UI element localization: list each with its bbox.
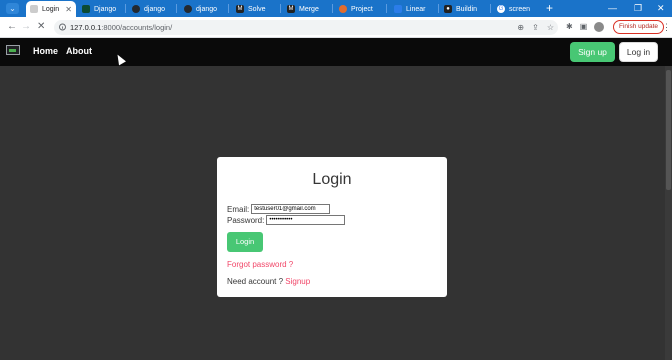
new-tab-icon[interactable]: +: [546, 1, 553, 16]
need-account-row: Need account ? Signup: [227, 277, 310, 286]
tab-title: Django: [94, 5, 117, 13]
project-icon: [339, 5, 347, 13]
login-card: Login Email: Password: Login Forgot pass…: [217, 157, 447, 297]
site-navbar: Home About Sign up Log in: [0, 38, 672, 66]
url-path: :8000/accounts/login/: [101, 23, 173, 32]
tab-search-icon[interactable]: ⌄: [6, 3, 19, 14]
brand-logo[interactable]: [6, 45, 20, 55]
email-field[interactable]: [251, 204, 331, 214]
tab-project[interactable]: Project: [335, 1, 383, 17]
tab-title: Merge: [299, 5, 319, 13]
solve-icon: M: [236, 5, 244, 13]
share-icon[interactable]: ⇪: [532, 22, 539, 33]
forgot-password-link[interactable]: Forgot password ?: [227, 260, 293, 269]
tab-screen[interactable]: G screen: [493, 1, 543, 17]
linear-icon: [394, 5, 402, 13]
password-row: Password:: [227, 215, 346, 225]
signup-link[interactable]: Signup: [285, 277, 310, 286]
nav-link-about[interactable]: About: [66, 46, 92, 56]
more-menu-icon[interactable]: ⋮: [662, 21, 671, 33]
extensions-icon[interactable]: ✱: [566, 21, 573, 33]
url-host: 127.0.0.1: [70, 23, 102, 32]
scrollbar-thumb[interactable]: [666, 70, 671, 190]
maximize-icon[interactable]: ❐: [634, 2, 642, 14]
bookmark-star-icon[interactable]: ☆: [547, 22, 554, 33]
password-field[interactable]: [266, 215, 346, 225]
stop-loading-icon[interactable]: ✕: [37, 21, 45, 33]
login-title: Login: [312, 171, 352, 188]
minimize-icon[interactable]: —: [608, 2, 617, 14]
forward-arrow-icon[interactable]: →: [21, 21, 31, 33]
login-button[interactable]: Log in: [619, 42, 658, 62]
info-icon[interactable]: [59, 23, 66, 31]
tab-title: screen: [509, 5, 531, 13]
tab-title: django: [144, 5, 166, 13]
tab-title: Solve: [248, 5, 266, 13]
tab-title: django: [196, 5, 218, 13]
signup-button[interactable]: Sign up: [570, 42, 615, 62]
profile-avatar[interactable]: [594, 22, 605, 32]
back-arrow-icon[interactable]: ←: [7, 21, 17, 33]
close-tab-icon[interactable]: ✕: [65, 5, 72, 14]
tab-title: Project: [351, 5, 373, 13]
tab-title: Login: [42, 5, 60, 13]
tab-github-2[interactable]: django: [180, 1, 225, 17]
email-row: Email:: [227, 204, 331, 214]
login-submit-button[interactable]: Login: [227, 232, 263, 252]
tab-building[interactable]: ● Buildin: [440, 1, 488, 17]
finish-update-button[interactable]: Finish update: [613, 20, 665, 34]
password-label: Password:: [227, 215, 265, 225]
tab-title: Buildin: [456, 5, 478, 13]
address-bar[interactable]: 127.0.0.1:8000/accounts/login/ ⊕ ⇪ ☆: [54, 20, 558, 35]
tab-login[interactable]: Login ✕: [26, 1, 76, 17]
github-icon: [184, 5, 192, 13]
need-account-text: Need account ?: [227, 277, 284, 286]
tab-linear[interactable]: Linear: [390, 1, 436, 17]
nav-link-home[interactable]: Home: [33, 46, 58, 56]
page-scrollbar[interactable]: [665, 66, 672, 360]
build-icon: ●: [444, 5, 452, 13]
close-window-icon[interactable]: ✕: [657, 2, 665, 14]
tab-title: Linear: [406, 5, 426, 13]
browser-toolbar: ← → ✕ 127.0.0.1:8000/accounts/login/ ⊕ ⇪…: [0, 17, 672, 38]
page-icon: [30, 5, 38, 13]
django-icon: [82, 5, 90, 13]
github-icon: [132, 5, 140, 13]
side-panel-icon[interactable]: ▣: [580, 21, 588, 33]
url-text: 127.0.0.1:8000/accounts/login/: [70, 22, 172, 33]
tab-solve[interactable]: M Solve: [232, 1, 277, 17]
zoom-icon[interactable]: ⊕: [517, 22, 524, 33]
tab-merge[interactable]: M Merge: [283, 1, 329, 17]
google-icon: G: [497, 5, 505, 13]
tab-django[interactable]: Django: [78, 1, 123, 17]
email-label: Email:: [227, 204, 250, 214]
browser-tab-strip: ⌄ Login ✕ Django django django M Solve M…: [0, 0, 672, 17]
tab-github-1[interactable]: django: [128, 1, 173, 17]
merge-icon: M: [287, 5, 295, 13]
